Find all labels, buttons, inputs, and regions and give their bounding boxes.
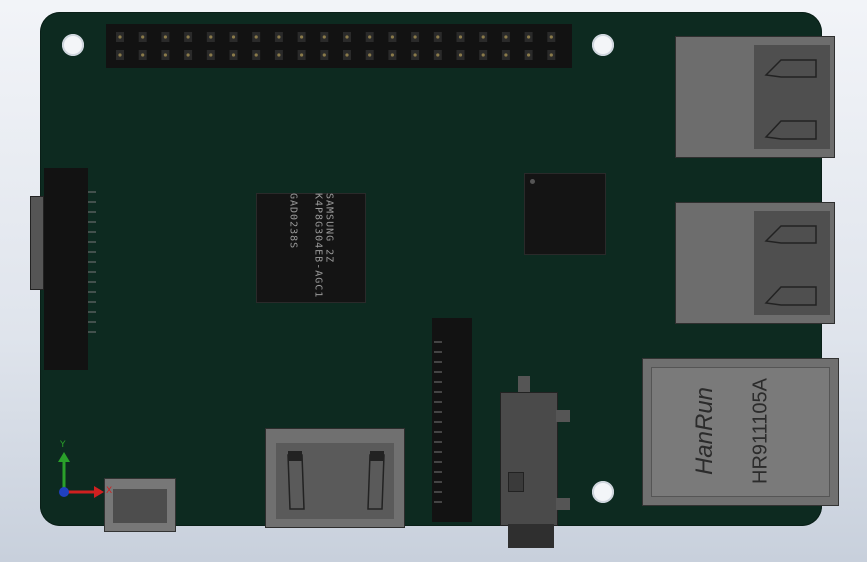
gpio-header[interactable] xyxy=(106,24,572,68)
gpio-pin-tip xyxy=(118,35,122,39)
gpio-pin-tip xyxy=(436,53,440,57)
ram-chip-line2: K4P8G304EB-AGC1 xyxy=(312,193,324,299)
gpio-pin-tip xyxy=(277,53,281,57)
ram-chip-line3: GAD0238S xyxy=(287,193,299,250)
audio-jack-barrel xyxy=(508,524,554,548)
ethernet-brand: HanRun xyxy=(691,386,718,476)
gpio-pin-tip xyxy=(231,53,236,57)
gpio-pin-tip xyxy=(254,53,258,57)
soc-chip[interactable] xyxy=(524,173,606,255)
micro-usb-port[interactable] xyxy=(104,478,176,532)
gpio-pin-tip xyxy=(436,35,440,39)
camera-connector-pins xyxy=(434,341,442,503)
gpio-pin-tip xyxy=(368,53,372,57)
gpio-pin-tip xyxy=(141,35,145,39)
ethernet-part: HR911105A xyxy=(749,378,772,484)
ram-chip-marking: SAMSUNG 2Z K4P8G304EB-AGC1 GAD0238S xyxy=(288,193,335,303)
gpio-pin-tip xyxy=(209,35,213,39)
gpio-pin-tip xyxy=(458,35,463,39)
gpio-pin-tip xyxy=(118,53,122,57)
gpio-pin-tip xyxy=(322,35,326,39)
audio-jack-tab-bottom xyxy=(556,498,570,510)
gpio-pin-tip xyxy=(163,35,167,39)
micro-usb-opening xyxy=(113,489,167,523)
gpio-pin-tip xyxy=(549,35,553,39)
gpio-pin-tip xyxy=(481,35,485,39)
gpio-pin-tip xyxy=(209,53,213,57)
camera-connector[interactable] xyxy=(432,318,472,522)
gpio-pin-tip xyxy=(527,53,531,57)
gpio-pin-tip xyxy=(231,35,236,39)
gpio-pin-tip xyxy=(322,53,326,57)
hdmi-clip-icon xyxy=(287,451,385,510)
display-connector-pins xyxy=(88,191,96,333)
audio-jack-window xyxy=(508,472,524,492)
sd-card-slot xyxy=(30,196,44,290)
axis-x-label: X xyxy=(106,486,113,496)
mounting-hole-top-right xyxy=(592,34,614,56)
usb-tab-icon xyxy=(764,59,817,140)
gpio-pin-tip xyxy=(458,53,463,57)
audio-jack-tab-top xyxy=(556,410,570,422)
hdmi-port[interactable] xyxy=(265,428,405,528)
gpio-pin-tip xyxy=(345,53,349,57)
gpio-pin-tip xyxy=(413,53,417,57)
gpio-pin-tip xyxy=(300,35,304,39)
gpio-pin-tip xyxy=(186,53,190,57)
axis-y-label: Y xyxy=(60,440,66,450)
ram-chip-line1: SAMSUNG 2Z xyxy=(323,193,335,264)
gpio-pin-tip xyxy=(277,35,281,39)
gpio-pin-tip xyxy=(504,53,508,57)
gpio-pin-tip xyxy=(527,35,531,39)
gpio-pin-tip xyxy=(186,35,190,39)
display-connector[interactable] xyxy=(30,168,98,370)
usb-port-bottom[interactable] xyxy=(675,202,835,324)
gpio-pin-tip xyxy=(368,35,372,39)
gpio-pin-tip xyxy=(481,53,485,57)
usb-port-top[interactable] xyxy=(675,36,835,158)
usb-tab-icon xyxy=(764,225,817,306)
gpio-pin-tip xyxy=(549,53,553,57)
gpio-pin-tip xyxy=(345,35,349,39)
gpio-pins xyxy=(116,32,556,60)
gpio-pin-tip xyxy=(300,53,304,57)
gpio-pin-tip xyxy=(413,35,417,39)
display-connector-body xyxy=(44,168,88,370)
axis-triad: Y X xyxy=(54,440,114,504)
ram-chip[interactable]: SAMSUNG 2Z K4P8G304EB-AGC1 GAD0238S xyxy=(256,193,366,303)
mounting-hole-bottom-right xyxy=(592,481,614,503)
ethernet-inner xyxy=(651,367,830,497)
gpio-pin-tip xyxy=(254,35,258,39)
gpio-pin-tip xyxy=(504,35,508,39)
mounting-hole-top-left xyxy=(62,34,84,56)
gpio-pin-tip xyxy=(163,53,167,57)
gpio-pin-tip xyxy=(141,53,145,57)
gpio-pin-tip xyxy=(390,53,394,57)
gpio-pin-tip xyxy=(390,35,394,39)
audio-jack-body xyxy=(500,392,558,526)
ethernet-jack[interactable]: HanRun HR911105A xyxy=(642,358,839,506)
pin1-marker-icon xyxy=(530,179,535,184)
audio-jack[interactable] xyxy=(500,376,576,548)
